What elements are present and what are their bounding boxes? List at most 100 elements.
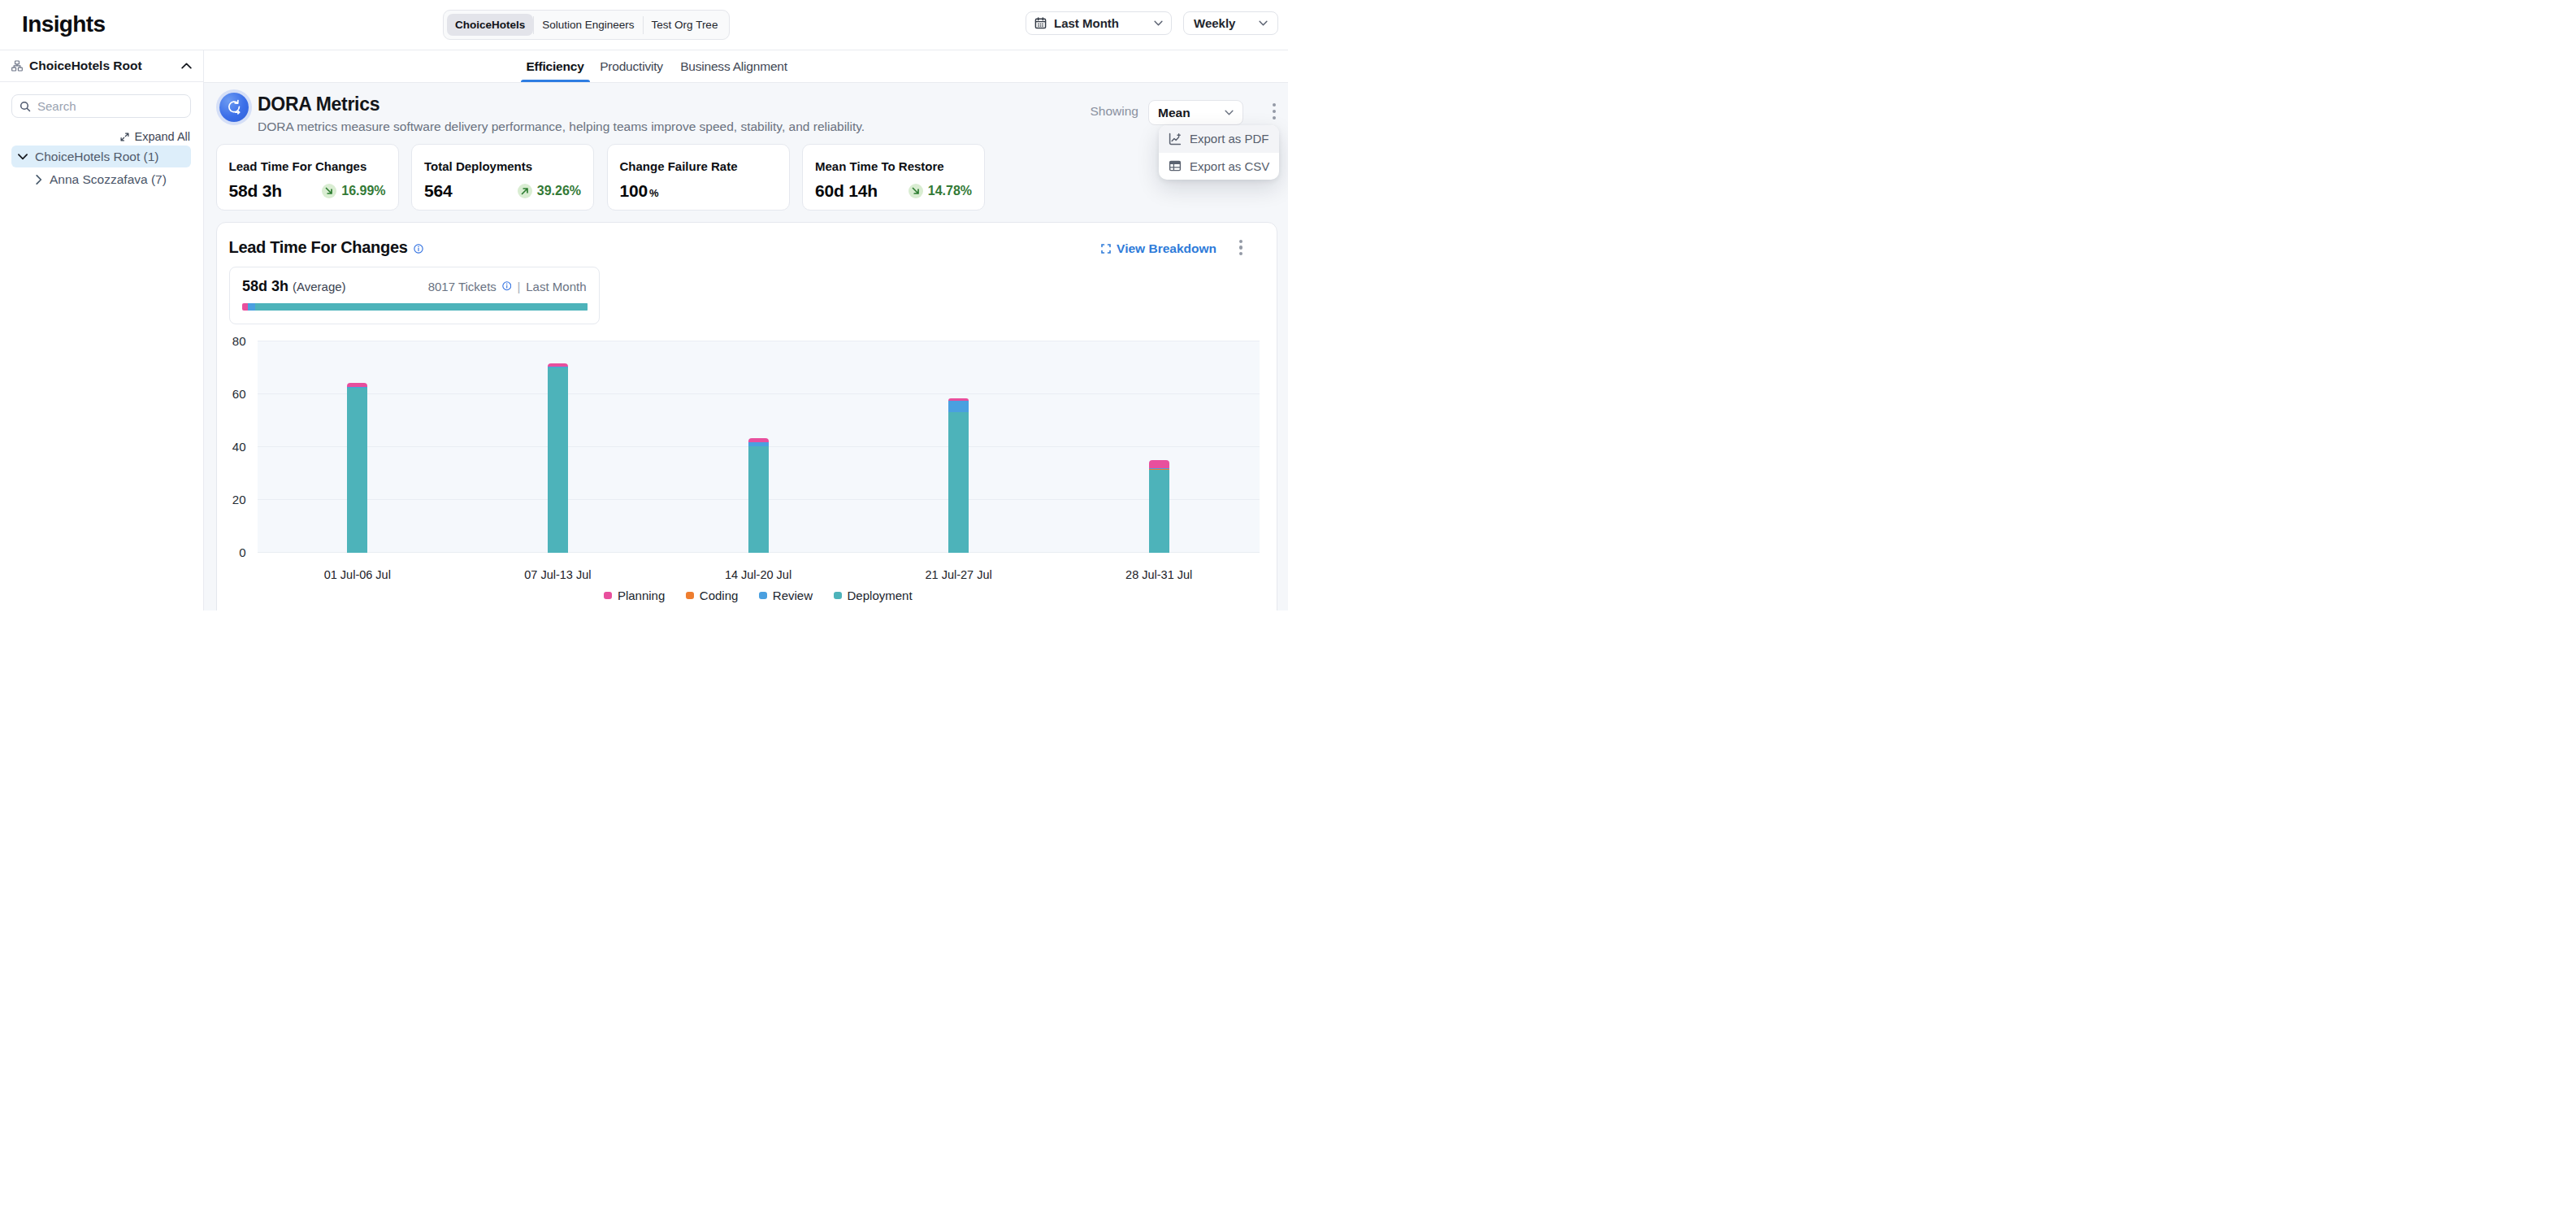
dora-header: DORA Metrics DORA metrics measure softwa… (258, 93, 865, 134)
search-input[interactable] (37, 99, 183, 113)
trend-badge: 16.99% (322, 184, 385, 198)
info-icon[interactable] (502, 281, 512, 291)
metric-card-title: Mean Time To Restore (815, 159, 972, 173)
legend-label: Deployment (848, 589, 913, 602)
granularity-select[interactable]: Weekly (1183, 11, 1278, 35)
chart-options-menu-button[interactable] (1232, 237, 1250, 259)
expand-all-button[interactable]: Expand All (120, 128, 190, 145)
metric-card-title: Total Deployments (424, 159, 581, 173)
bar-segment-review[interactable] (748, 442, 769, 446)
insights-dashboard: Insights ChoiceHotels Solution Engineers… (0, 0, 1288, 610)
metric-card-value: 564 (424, 181, 452, 201)
tree-item-anna-scozzafava[interactable]: Anna Scozzafava (7) (29, 168, 191, 190)
menu-item-label: Export as PDF (1190, 132, 1269, 146)
granularity-value: Weekly (1194, 16, 1259, 30)
bar-segment-deployment[interactable] (548, 367, 568, 553)
bar-segment-deployment[interactable] (948, 412, 969, 552)
org-tab-test-org-tree[interactable]: Test Org Tree (644, 14, 726, 36)
summary-separator: | (517, 280, 520, 293)
info-icon[interactable] (414, 244, 423, 254)
chevron-up-icon[interactable] (181, 63, 192, 69)
x-axis-tick-label: 01 Jul-06 Jul (301, 568, 414, 581)
table-icon (1169, 159, 1182, 172)
bar-segment-review[interactable] (347, 387, 367, 388)
org-tab-solution-engineers[interactable]: Solution Engineers (534, 14, 642, 36)
dora-options-menu-button[interactable] (1265, 101, 1283, 122)
org-switcher: ChoiceHotels Solution Engineers Test Org… (443, 10, 730, 40)
expand-corners-icon (1101, 244, 1111, 254)
tree-item-label: Anna Scozzafava (7) (50, 172, 167, 187)
trend-arrow-down-icon (912, 187, 920, 195)
legend-swatch (759, 592, 767, 600)
distribution-segment-planning (242, 303, 248, 311)
bar-segment-deployment[interactable] (1149, 470, 1169, 552)
x-axis-tick-label: 21 Jul-27 Jul (902, 568, 1016, 581)
tab-productivity[interactable]: Productivity (600, 50, 663, 83)
expand-all-icon (120, 133, 129, 141)
sidebar-title: ChoiceHotels Root (29, 59, 175, 73)
metric-card-title: Change Failure Rate (620, 159, 777, 173)
tab-efficiency[interactable]: Efficiency (526, 50, 583, 83)
bar-segment-deployment[interactable] (347, 388, 367, 552)
view-tabs: Efficiency Productivity Business Alignme… (204, 50, 1288, 83)
tree-item-choicehotels-root[interactable]: ChoiceHotels Root (1) (11, 146, 191, 167)
y-axis-tick-label: 0 (214, 545, 246, 559)
trend-percent: 14.78% (928, 184, 972, 198)
gridline (258, 393, 1260, 394)
bar-segment-coding[interactable] (1149, 469, 1169, 470)
bar-segment-planning[interactable] (748, 438, 769, 442)
chevron-down-icon (1259, 20, 1268, 26)
trend-arrow-up-icon (521, 187, 529, 195)
metric-card: Mean Time To Restore 60d 14h 14.78% (802, 144, 985, 211)
trend-percent: 39.26% (537, 184, 581, 198)
summary-tickets: 8017 Tickets (428, 280, 497, 293)
trend-badge: 39.26% (518, 184, 581, 198)
lead-time-bar-chart (258, 341, 1260, 553)
bar-segment-planning[interactable] (948, 398, 969, 400)
sidebar-search (11, 94, 191, 118)
dora-description: DORA metrics measure software delivery p… (258, 119, 865, 134)
legend-swatch (686, 592, 694, 600)
date-range-select[interactable]: Last Month (1026, 11, 1172, 35)
dora-metric-cards: Lead Time For Changes58d 3h16.99%Total D… (216, 144, 986, 211)
legend-swatch (834, 592, 842, 600)
bar-segment-planning[interactable] (548, 363, 568, 367)
menu-item-export-pdf[interactable]: Export as PDF (1159, 125, 1279, 153)
legend-item-coding[interactable]: Coding (686, 589, 738, 602)
bar-segment-review[interactable] (1149, 468, 1169, 469)
bar-segment-planning[interactable] (347, 383, 367, 387)
bar-segment-deployment[interactable] (748, 446, 769, 553)
chevron-right-icon[interactable] (36, 175, 42, 185)
date-range-value: Last Month (1054, 16, 1154, 30)
tab-business-alignment[interactable]: Business Alignment (680, 50, 787, 83)
y-axis-tick-label: 80 (214, 334, 246, 348)
main-area: Efficiency Productivity Business Alignme… (204, 50, 1288, 610)
legend-item-deployment[interactable]: Deployment (834, 589, 913, 602)
dora-title: DORA Metrics (258, 93, 865, 115)
legend-item-review[interactable]: Review (759, 589, 813, 602)
export-menu: Export as PDF Export as CSV (1159, 125, 1279, 180)
tree-item-label: ChoiceHotels Root (1) (35, 150, 158, 164)
bar-segment-review[interactable] (948, 401, 969, 413)
chevron-down-icon (1225, 110, 1234, 115)
trend-badge: 14.78% (909, 184, 972, 198)
view-breakdown-label: View Breakdown (1117, 241, 1216, 256)
metric-card-value: 60d 14h (815, 181, 878, 201)
sidebar-header[interactable]: ChoiceHotels Root (0, 50, 203, 82)
bar-segment-planning[interactable] (1149, 460, 1169, 468)
x-axis-tick-label: 07 Jul-13 Jul (501, 568, 614, 581)
menu-item-export-csv[interactable]: Export as CSV (1159, 153, 1279, 180)
y-axis-tick-label: 40 (214, 440, 246, 454)
x-axis-tick-label: 14 Jul-20 Jul (701, 568, 815, 581)
org-tab-choicehotels[interactable]: ChoiceHotels (447, 14, 533, 36)
chevron-down-icon[interactable] (18, 154, 28, 160)
menu-item-label: Export as CSV (1190, 159, 1269, 173)
tab-label: Business Alignment (680, 59, 787, 74)
legend-item-planning[interactable]: Planning (604, 589, 665, 602)
summary-qualifier: (Average) (293, 280, 346, 293)
y-axis-tick-label: 20 (214, 493, 246, 506)
showing-select[interactable]: Mean (1148, 100, 1243, 125)
lead-time-chart-card: Lead Time For Changes (216, 222, 1278, 611)
distribution-segment-deployment (255, 303, 588, 311)
view-breakdown-button[interactable]: View Breakdown (1101, 241, 1216, 256)
